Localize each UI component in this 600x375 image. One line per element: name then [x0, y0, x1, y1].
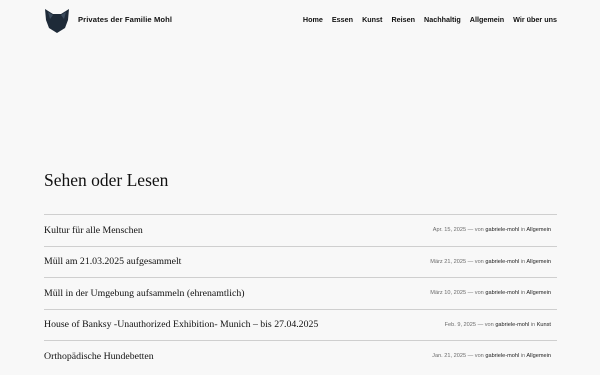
post-by-label: — von — [477, 321, 494, 328]
post-meta: März 21, 2025 — von gabriele-mohl in All… — [430, 259, 551, 265]
post-list: Kultur für alle Menschen Apr. 15, 2025 —… — [44, 214, 557, 372]
post-by-label: — von — [467, 353, 484, 360]
post-author-link[interactable]: gabriele-mohl — [485, 259, 519, 265]
page-title: Sehen oder Lesen — [44, 170, 169, 190]
post-author-link[interactable]: gabriele-mohl — [485, 227, 519, 233]
post-category-link[interactable]: Allgemein — [526, 353, 551, 359]
list-item: Müll in der Umgebung aufsammeln (ehrenam… — [44, 277, 557, 309]
list-item: Kultur für alle Menschen Apr. 15, 2025 —… — [44, 214, 557, 246]
post-meta: Feb. 9, 2025 — von gabriele-mohl in Kuns… — [445, 322, 551, 328]
post-by-label: — von — [467, 290, 484, 297]
nav-item-allgemein[interactable]: Allgemein — [470, 15, 504, 24]
post-title-link[interactable]: Müll in der Umgebung aufsammeln (ehrenam… — [44, 288, 245, 299]
nav-item-essen[interactable]: Essen — [332, 15, 353, 24]
post-category-link[interactable]: Allgemein — [526, 259, 551, 265]
nav-item-kunst[interactable]: Kunst — [362, 15, 382, 24]
post-in-label: in — [520, 353, 526, 360]
post-in-label: in — [530, 321, 536, 328]
post-title-link[interactable]: Kultur für alle Menschen — [44, 225, 143, 236]
list-item: Müll am 21.03.2025 aufgesammelt März 21,… — [44, 245, 557, 278]
post-meta: Jan. 21, 2025 — von gabriele-mohl in All… — [432, 353, 551, 359]
post-meta: Apr. 15, 2025 — von gabriele-mohl in All… — [433, 227, 551, 233]
nav-item-reisen[interactable]: Reisen — [391, 15, 415, 24]
post-in-label: in — [520, 290, 526, 297]
post-title-link[interactable]: Müll am 21.03.2025 aufgesammelt — [44, 256, 181, 267]
site-header: Privates der Familie Mohl Home Essen Kun… — [0, 0, 600, 42]
post-category-link[interactable]: Allgemein — [526, 227, 551, 233]
post-date: Feb. 9, 2025 — [444, 321, 477, 328]
post-author-link[interactable]: gabriele-mohl — [495, 322, 529, 328]
post-category-link[interactable]: Allgemein — [526, 290, 551, 296]
nav-item-nachhaltig[interactable]: Nachhaltig — [424, 15, 461, 24]
post-category-link[interactable]: Kunst — [537, 322, 551, 328]
post-date: Jan. 21, 2025 — [432, 353, 467, 360]
main-nav: Home Essen Kunst Reisen Nachhaltig Allge… — [303, 15, 557, 24]
post-author-link[interactable]: gabriele-mohl — [485, 290, 519, 296]
post-meta: März 10, 2025 — von gabriele-mohl in All… — [430, 290, 551, 296]
list-item: Orthopädische Hundebetten Jan. 21, 2025 … — [44, 340, 557, 372]
post-in-label: in — [520, 227, 526, 234]
fox-head-icon[interactable] — [44, 8, 70, 34]
post-date: Apr. 15, 2025 — [432, 227, 467, 234]
post-author-link[interactable]: gabriele-mohl — [485, 353, 519, 359]
post-title-link[interactable]: House of Banksy -Unauthorized Exhibition… — [44, 319, 318, 330]
post-date: März 10, 2025 — [430, 290, 467, 297]
site-title[interactable]: Privates der Familie Mohl — [78, 15, 172, 24]
nav-item-wir-ueber-uns[interactable]: Wir über uns — [513, 15, 557, 24]
list-item: House of Banksy -Unauthorized Exhibition… — [44, 308, 557, 341]
post-date: März 21, 2025 — [430, 258, 467, 265]
post-title-link[interactable]: Orthopädische Hundebetten — [44, 351, 154, 362]
post-by-label: — von — [467, 227, 484, 234]
post-by-label: — von — [467, 258, 484, 265]
nav-item-home[interactable]: Home — [303, 15, 323, 24]
post-in-label: in — [520, 258, 526, 265]
